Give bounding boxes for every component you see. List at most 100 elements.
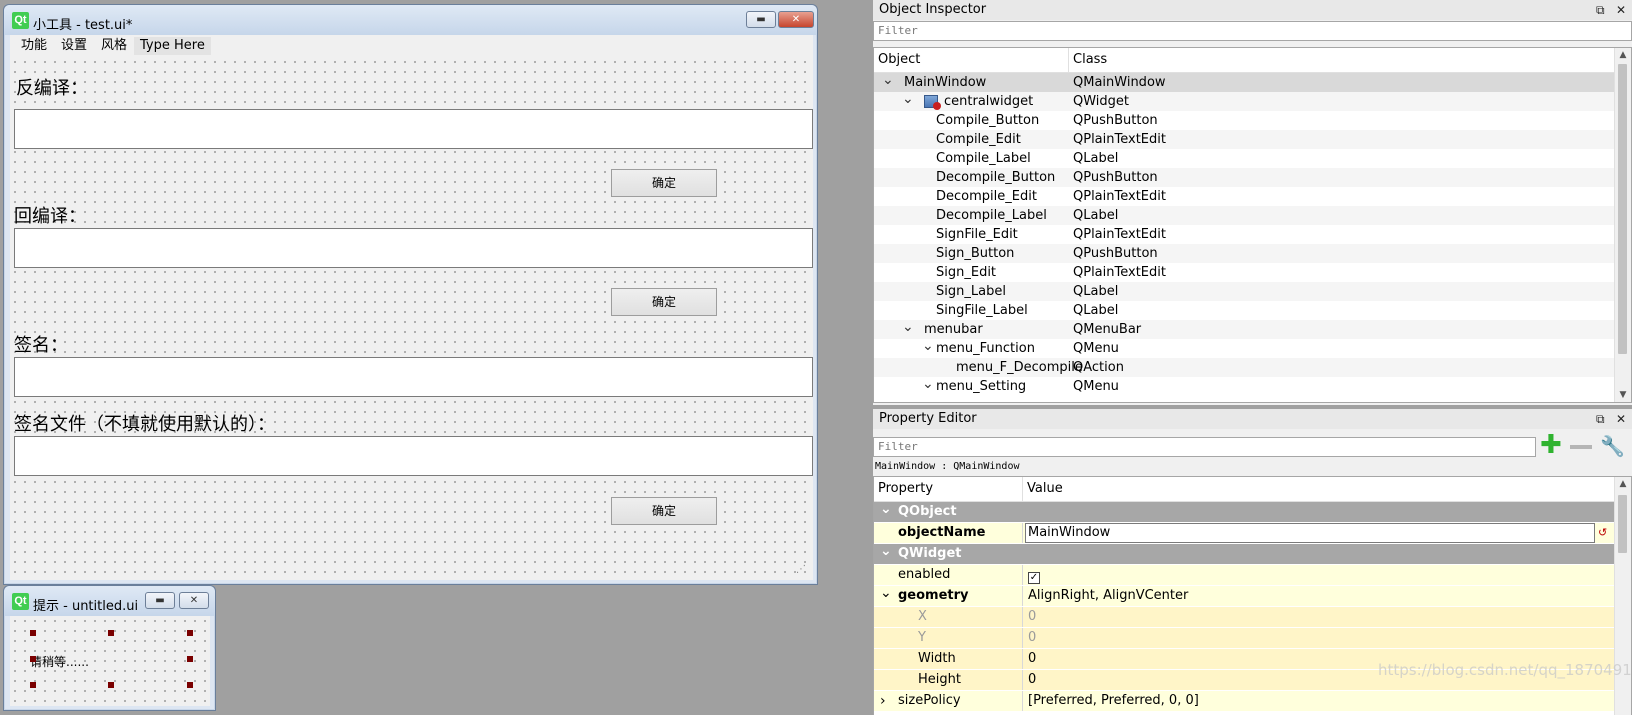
object-tree-row[interactable]: menu_F_Decompile QAction xyxy=(874,358,1616,377)
chevron-down-icon[interactable]: ⌄ xyxy=(880,502,892,516)
property-value[interactable]: 0 xyxy=(1028,670,1036,690)
object-tree-row[interactable]: SingFile_Label QLabel xyxy=(874,301,1616,320)
object-tree-row[interactable]: ⌄ MainWindow QMainWindow xyxy=(874,73,1616,92)
checkbox-checked-icon[interactable]: ✓ xyxy=(1028,572,1040,584)
object-tree-row[interactable]: SignFile_Edit QPlainTextEdit xyxy=(874,225,1616,244)
object-tree-row[interactable]: Compile_Edit QPlainTextEdit xyxy=(874,130,1616,149)
dock-close-icon[interactable]: ✕ xyxy=(1616,0,1626,20)
object-name: Sign_Button xyxy=(936,246,1015,261)
wrench-icon[interactable]: 🔧 xyxy=(1600,434,1625,458)
scroll-up-icon[interactable]: ▲ xyxy=(1615,479,1631,489)
menu-type-here[interactable]: Type Here xyxy=(134,37,211,55)
object-tree-row[interactable]: Decompile_Edit QPlainTextEdit xyxy=(874,187,1616,206)
dock-close-icon[interactable]: ✕ xyxy=(1616,409,1626,429)
scrollbar-thumb[interactable] xyxy=(1618,64,1627,354)
object-name-editor[interactable] xyxy=(1025,523,1595,543)
selection-handle[interactable] xyxy=(30,630,36,636)
chevron-down-icon[interactable]: ⌄ xyxy=(902,92,914,106)
property-filter-input[interactable]: Filter xyxy=(873,437,1536,457)
chevron-down-icon[interactable]: ⌄ xyxy=(882,73,894,87)
resize-grip-icon[interactable]: ⋰ xyxy=(796,564,806,575)
property-name: Width xyxy=(918,651,956,666)
scrollbar-thumb[interactable] xyxy=(1618,495,1627,553)
object-tree-row[interactable]: Decompile_Button QPushButton xyxy=(874,168,1616,187)
decompile-edit[interactable] xyxy=(14,109,813,149)
column-separator xyxy=(1022,649,1023,669)
property-group-row[interactable]: ⌄ QWidget xyxy=(874,544,1616,565)
property-name: Y xyxy=(918,630,926,645)
object-name: menu_Setting xyxy=(936,379,1027,394)
object-tree[interactable]: Object Class ⌄ MainWindow QMainWindow ⌄ cent… xyxy=(873,47,1632,403)
property-value[interactable]: MainWindow xyxy=(1028,523,1110,543)
main-window-titlebar[interactable]: Qt 小工具 - test.ui* ▬ ✕ xyxy=(4,5,817,35)
chevron-down-icon[interactable]: ⌄ xyxy=(880,586,892,600)
selection-handle[interactable] xyxy=(30,682,36,688)
column-object[interactable]: Object xyxy=(874,48,1069,72)
sign-button[interactable]: 确定 xyxy=(611,497,717,525)
hint-window-titlebar[interactable]: Qt 提示 - untitled.ui ▬ ✕ xyxy=(4,586,215,616)
sign-file-edit[interactable] xyxy=(14,436,813,476)
object-tree-scrollbar[interactable]: ▲ ▼ xyxy=(1614,48,1631,402)
column-class[interactable]: Class xyxy=(1069,48,1107,72)
plus-icon[interactable]: ✚ xyxy=(1540,432,1562,458)
compile-button[interactable]: 确定 xyxy=(611,288,717,316)
selection-handle[interactable] xyxy=(187,630,193,636)
object-tree-row[interactable]: ⌄ menu_Setting QMenu xyxy=(874,377,1616,396)
property-row[interactable]: X0 xyxy=(874,607,1616,628)
property-row[interactable]: › sizePolicy [Preferred, Preferred, 0, 0] xyxy=(874,691,1616,712)
minimize-button[interactable]: ▬ xyxy=(746,11,776,28)
property-value[interactable]: 0 xyxy=(1028,649,1036,669)
property-row[interactable]: Y0 xyxy=(874,628,1616,649)
dock-float-icon[interactable]: ⧉ xyxy=(1596,0,1605,20)
chevron-down-icon[interactable]: ⌄ xyxy=(880,544,892,558)
selection-handle[interactable] xyxy=(108,630,114,636)
object-tree-row[interactable]: Decompile_Label QLabel xyxy=(874,206,1616,225)
selection-handle[interactable] xyxy=(187,656,193,662)
minus-icon[interactable] xyxy=(1570,445,1592,449)
property-value[interactable]: 0 xyxy=(1028,607,1036,627)
chevron-down-icon[interactable]: ⌄ xyxy=(902,320,914,334)
property-value[interactable]: [Preferred, Preferred, 0, 0] xyxy=(1028,691,1199,711)
property-row[interactable]: ⌄ geometry AlignRight, AlignVCenter xyxy=(874,586,1616,607)
column-value[interactable]: Value xyxy=(1023,477,1063,501)
object-tree-row[interactable]: Compile_Button QPushButton xyxy=(874,111,1616,130)
column-property[interactable]: Property xyxy=(874,477,1023,501)
sign-edit[interactable] xyxy=(14,357,813,397)
property-table[interactable]: Property Value ⌄ QObject objectName ↺ MainWi… xyxy=(873,476,1632,715)
property-value[interactable]: AlignRight, AlignVCenter xyxy=(1028,586,1188,606)
object-tree-row[interactable]: Compile_Label QLabel xyxy=(874,149,1616,168)
hint-minimize-button[interactable]: ▬ xyxy=(145,592,175,609)
property-row[interactable]: objectName ↺ MainWindow xyxy=(874,523,1616,544)
object-tree-row[interactable]: ⌄ menu_Function QMenu xyxy=(874,339,1616,358)
menu-style[interactable]: 风格 xyxy=(101,37,127,55)
property-group-row[interactable]: ⌄ QObject xyxy=(874,502,1616,523)
reset-property-icon[interactable]: ↺ xyxy=(1598,523,1607,543)
object-tree-row[interactable]: ⌄ menubar QMenuBar xyxy=(874,320,1616,339)
object-tree-row[interactable]: ⌄ centralwidget QWidget xyxy=(874,92,1616,111)
selection-handle[interactable] xyxy=(108,682,114,688)
object-tree-row[interactable]: Sign_Label QLabel xyxy=(874,282,1616,301)
menu-function[interactable]: 功能 xyxy=(21,37,47,55)
object-tree-row[interactable]: Sign_Button QPushButton xyxy=(874,244,1616,263)
close-button[interactable]: ✕ xyxy=(778,11,814,28)
decompile-button[interactable]: 确定 xyxy=(611,169,717,197)
chevron-right-icon[interactable]: › xyxy=(880,691,886,711)
hint-close-button[interactable]: ✕ xyxy=(179,592,209,609)
scroll-up-icon[interactable]: ▲ xyxy=(1615,50,1631,60)
dock-float-icon[interactable]: ⧉ xyxy=(1596,409,1605,429)
chevron-down-icon[interactable]: ⌄ xyxy=(922,377,934,391)
selection-handle[interactable] xyxy=(30,656,36,662)
menu-setting[interactable]: 设置 xyxy=(61,37,87,55)
scroll-down-icon[interactable]: ▼ xyxy=(1615,390,1631,400)
compile-edit[interactable] xyxy=(14,228,813,268)
selection-handle[interactable] xyxy=(187,682,193,688)
property-name: Height xyxy=(918,672,961,687)
object-filter-input[interactable]: Filter xyxy=(873,21,1632,41)
property-value[interactable]: ✓ xyxy=(1028,565,1040,585)
chevron-down-icon[interactable]: ⌄ xyxy=(922,339,934,353)
property-row[interactable]: enabled ✓ xyxy=(874,565,1616,586)
property-table-scrollbar[interactable]: ▲ xyxy=(1614,477,1631,715)
object-tree-row[interactable]: Sign_Edit QPlainTextEdit xyxy=(874,263,1616,282)
wait-label[interactable]: 请稍等...... xyxy=(30,653,89,670)
property-value[interactable]: 0 xyxy=(1028,628,1036,648)
